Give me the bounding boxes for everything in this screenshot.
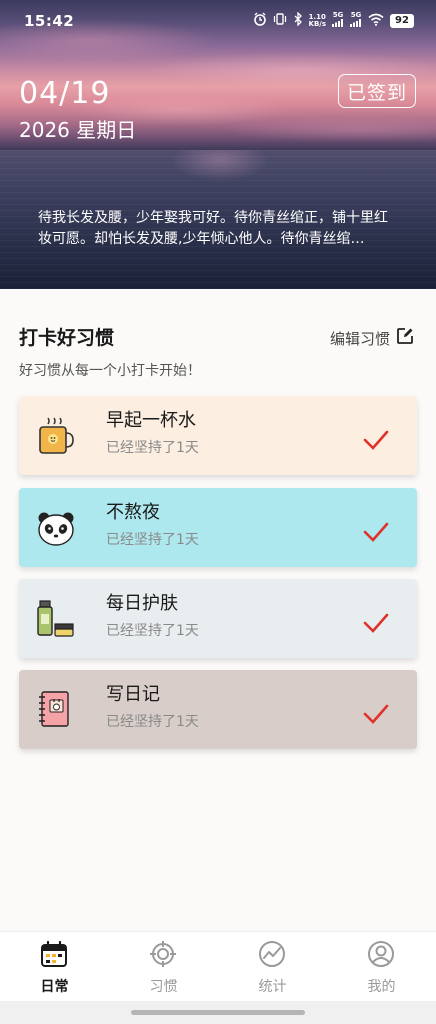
status-bar: 15:42 1.10 KB/s 5G 5G 92 bbox=[0, 0, 436, 44]
header-banner: 15:42 1.10 KB/s 5G 5G 92 04/19 2026 星期日 … bbox=[0, 0, 436, 289]
user-icon bbox=[367, 940, 395, 968]
net-speed: 1.10 KB/s bbox=[308, 12, 326, 28]
habit-days: 已经坚持了1天 bbox=[106, 623, 199, 639]
signal-sim2: 5G bbox=[350, 12, 362, 29]
skincare-icon bbox=[36, 597, 76, 641]
edit-habits-button[interactable]: 编辑习惯 bbox=[330, 327, 414, 349]
habit-card[interactable]: 不熬夜 已经坚持了1天 bbox=[19, 488, 417, 567]
habit-card[interactable]: 写日记 已经坚持了1天 bbox=[19, 670, 417, 749]
battery-icon: 92 bbox=[390, 13, 414, 28]
nav-tab-habits[interactable]: 习惯 bbox=[109, 932, 218, 1002]
nav-tab-daily[interactable]: 日常 bbox=[0, 932, 109, 1002]
nav-label: 统计 bbox=[258, 979, 287, 995]
check-icon[interactable] bbox=[363, 613, 389, 633]
nav-label: 我的 bbox=[367, 979, 396, 995]
edit-icon bbox=[396, 327, 414, 349]
habit-name: 早起一杯水 bbox=[106, 410, 196, 431]
nav-tab-stats[interactable]: 统计 bbox=[218, 932, 327, 1002]
nav-label: 习惯 bbox=[149, 979, 178, 995]
check-icon[interactable] bbox=[363, 704, 389, 724]
section-title: 打卡好习惯 bbox=[19, 327, 115, 349]
status-time: 15:42 bbox=[24, 12, 75, 30]
signed-in-button[interactable]: 已签到 bbox=[338, 74, 416, 108]
habit-name: 每日护肤 bbox=[106, 593, 178, 614]
habit-name: 不熬夜 bbox=[106, 502, 160, 523]
alarm-icon bbox=[253, 12, 267, 29]
habit-days: 已经坚持了1天 bbox=[106, 532, 199, 548]
signal-sim1: 5G bbox=[332, 12, 344, 29]
water-cup-icon bbox=[36, 414, 76, 458]
nav-tab-profile[interactable]: 我的 bbox=[327, 932, 436, 1002]
check-icon[interactable] bbox=[363, 430, 389, 450]
target-icon bbox=[149, 940, 177, 968]
habit-days: 已经坚持了1天 bbox=[106, 714, 199, 730]
bottom-navigation: 日常 习惯 统计 我的 bbox=[0, 931, 436, 1001]
habit-days: 已经坚持了1天 bbox=[106, 440, 199, 456]
date-display: 04/19 bbox=[19, 76, 111, 111]
wifi-icon bbox=[368, 13, 384, 29]
habit-name: 写日记 bbox=[106, 684, 160, 705]
edit-habits-label: 编辑习惯 bbox=[330, 329, 391, 348]
calendar-icon bbox=[40, 940, 68, 968]
habit-card[interactable]: 每日护肤 已经坚持了1天 bbox=[19, 579, 417, 658]
panda-icon bbox=[36, 506, 76, 550]
diary-icon bbox=[36, 688, 76, 732]
vibrate-icon bbox=[273, 12, 287, 29]
habit-card[interactable]: 早起一杯水 已经坚持了1天 bbox=[19, 396, 417, 475]
chart-icon bbox=[258, 940, 286, 968]
bluetooth-icon bbox=[293, 11, 303, 29]
daily-quote: 待我长发及腰，少年娶我可好。待你青丝绾正，铺十里红妆可愿。却怕长发及腰,少年倾心… bbox=[38, 210, 388, 247]
check-icon[interactable] bbox=[363, 522, 389, 542]
year-weekday: 2026 星期日 bbox=[19, 118, 137, 142]
home-indicator[interactable] bbox=[131, 1010, 305, 1015]
nav-label: 日常 bbox=[40, 979, 69, 995]
section-subtitle: 好习惯从每一个小打卡开始！ bbox=[19, 363, 201, 379]
